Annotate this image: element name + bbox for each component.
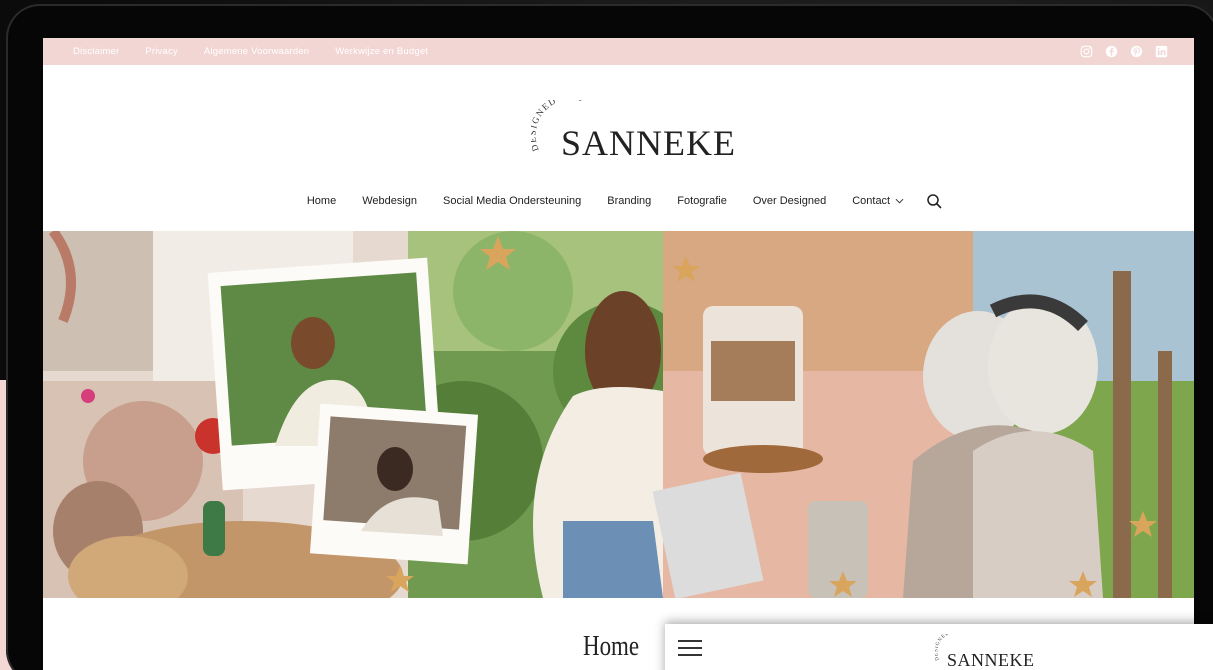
search-icon[interactable] (926, 193, 942, 209)
chevron-down-icon (895, 198, 904, 204)
site-logo[interactable]: DESIGNED • BY SANNEKE (523, 96, 735, 166)
nav-home[interactable]: Home (307, 195, 336, 207)
mobile-logo[interactable]: DESIGNED • BY SANNEKE (935, 634, 1055, 670)
logo-name: SANNEKE (561, 123, 736, 163)
website-screen: Disclaimer Privacy Algemene Voorwaarden … (43, 38, 1194, 670)
nav-webdesign[interactable]: Webdesign (362, 195, 417, 207)
page-title: Home (583, 631, 640, 662)
nav-webdesign-label: Webdesign (362, 195, 418, 207)
pinterest-icon[interactable] (1130, 45, 1143, 58)
topbar-links: Disclaimer Privacy Algemene Voorwaarden … (73, 46, 428, 57)
link-algemene-voorwaarden[interactable]: Algemene Voorwaarden (204, 46, 309, 57)
link-disclaimer[interactable]: Disclaimer (73, 46, 119, 57)
nav-contact[interactable]: Contact (852, 195, 904, 207)
main-nav: Home Webdesign Social Media Ondersteunin… (43, 193, 1194, 209)
top-bar: Disclaimer Privacy Algemene Voorwaarden … (43, 38, 1194, 65)
linkedin-icon[interactable] (1155, 45, 1168, 58)
nav-contact-label: Contact (852, 195, 891, 207)
mobile-logo-name: SANNEKE (947, 650, 1035, 670)
nav-social-media[interactable]: Social Media Ondersteuning (443, 195, 581, 207)
link-werkwijze-en-budget[interactable]: Werkwijze en Budget (335, 46, 428, 57)
facebook-icon[interactable] (1105, 45, 1118, 58)
nav-fotografie-label: Fotografie (677, 195, 727, 207)
nav-over-designed[interactable]: Over Designed (753, 195, 826, 207)
link-privacy[interactable]: Privacy (145, 46, 178, 57)
nav-home-label: Home (306, 195, 337, 207)
laptop-frame: Disclaimer Privacy Algemene Voorwaarden … (6, 4, 1213, 670)
instagram-icon[interactable] (1080, 45, 1093, 58)
hero-collage (43, 231, 1194, 598)
nav-fotografie[interactable]: Fotografie (677, 195, 727, 207)
nav-over-designed-label: Over Designed (752, 195, 827, 207)
hero-collage-image (43, 231, 1194, 598)
mobile-preview-card: DESIGNED • BY SANNEKE (665, 624, 1213, 670)
social-links (1080, 45, 1168, 58)
nav-branding-label: Branding (607, 195, 652, 207)
hamburger-menu-icon[interactable] (678, 640, 702, 658)
nav-social-media-label: Social Media Ondersteuning (443, 195, 582, 207)
nav-branding[interactable]: Branding (607, 195, 651, 207)
